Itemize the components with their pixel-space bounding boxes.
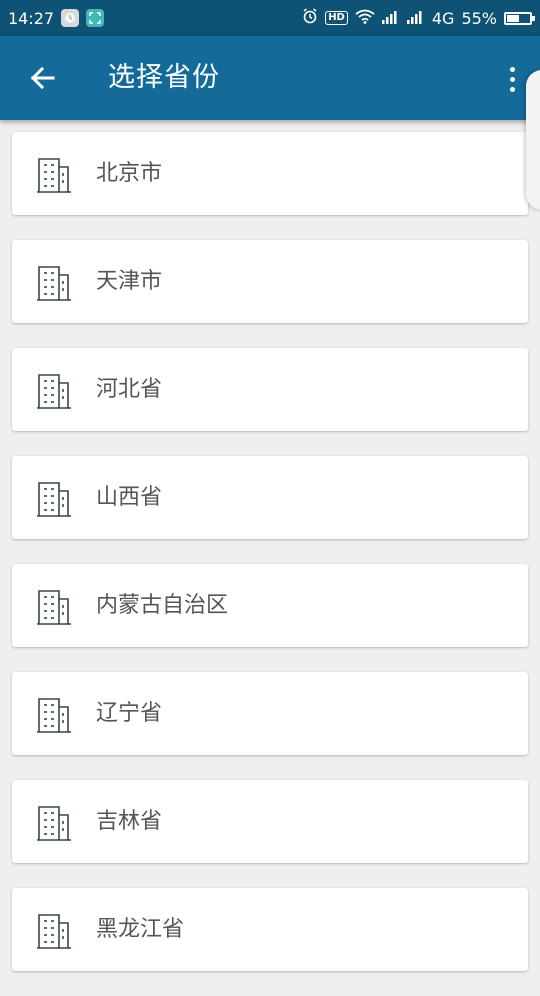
edge-panel-handle[interactable] — [526, 70, 540, 210]
arrow-back-icon — [30, 66, 55, 90]
more-options-button[interactable] — [502, 60, 522, 98]
province-name: 山西省 — [96, 485, 163, 510]
building-icon — [37, 482, 71, 517]
notification-app-icon — [61, 9, 80, 27]
more-vert-icon-dot — [509, 66, 515, 72]
province-item[interactable]: 天津市 — [12, 240, 528, 323]
province-list: 北京市 天津市 河北省 山西省 内蒙古自治区 辽宁省 吉林省 黑龙江省 — [12, 132, 528, 996]
battery-icon — [504, 11, 535, 25]
province-item[interactable]: 北京市 — [12, 132, 528, 215]
building-icon — [37, 914, 71, 949]
network-type: 4G — [431, 8, 455, 28]
status-time: 14:27 — [8, 8, 55, 28]
signal-icon-2 — [406, 9, 425, 28]
screenshot-notification-icon — [86, 9, 105, 27]
province-name: 北京市 — [96, 161, 163, 186]
province-name: 河北省 — [96, 377, 163, 402]
hd-voice-icon: HD — [325, 11, 348, 25]
province-item[interactable]: 辽宁省 — [12, 672, 528, 755]
status-bar: 14:27 HD 4G 55% — [0, 0, 540, 36]
province-name: 内蒙古自治区 — [96, 593, 229, 618]
building-icon — [37, 806, 71, 841]
building-icon — [37, 158, 71, 193]
page-title: 选择省份 — [108, 62, 220, 93]
wifi-icon — [355, 9, 375, 28]
app-toolbar: 选择省份 — [0, 36, 540, 120]
status-left: 14:27 — [8, 8, 105, 28]
battery-percent: 55% — [461, 8, 497, 28]
signal-icon-1 — [381, 9, 400, 28]
province-item[interactable]: 黑龙江省 — [12, 888, 528, 971]
province-item[interactable]: 内蒙古自治区 — [12, 564, 528, 647]
province-item[interactable]: 河北省 — [12, 348, 528, 431]
more-vert-icon-dot — [509, 86, 515, 92]
status-right: HD 4G 55% — [302, 8, 535, 28]
alarm-icon — [302, 8, 318, 28]
building-icon — [37, 590, 71, 625]
province-name: 天津市 — [96, 269, 163, 294]
battery-fill — [507, 14, 519, 22]
province-item[interactable]: 吉林省 — [12, 780, 528, 863]
province-name: 黑龙江省 — [96, 917, 185, 942]
building-icon — [37, 266, 71, 301]
back-button[interactable] — [20, 58, 64, 98]
more-vert-icon-dot — [509, 76, 515, 82]
province-name: 吉林省 — [96, 809, 163, 834]
building-icon — [37, 374, 71, 409]
province-item[interactable]: 山西省 — [12, 456, 528, 539]
province-name: 辽宁省 — [96, 701, 163, 726]
building-icon — [37, 698, 71, 733]
